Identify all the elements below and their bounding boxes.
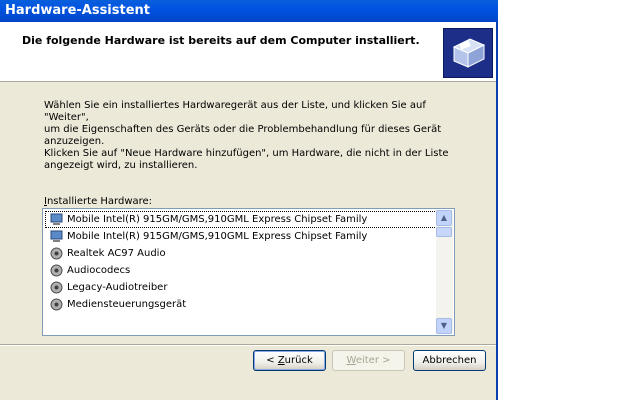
header-title: Die folgende Hardware ist bereits auf de… — [22, 34, 420, 47]
intro-line: Klicken Sie auf "Neue Hardware hinzufüge… — [44, 148, 449, 159]
intro-paragraph: Wählen Sie ein installiertes Hardwareger… — [44, 100, 464, 148]
window-title-bar[interactable]: Hardware-Assistent — [0, 0, 498, 22]
audio-device-icon — [50, 264, 63, 277]
audio-device-icon — [50, 298, 63, 311]
installed-hardware-label: Installierte Hardware: — [44, 196, 153, 207]
scroll-down-button[interactable]: ▼ — [436, 318, 452, 334]
installed-hardware-listbox[interactable]: Mobile Intel(R) 915GM/GMS,910GML Express… — [42, 208, 455, 336]
list-item[interactable]: Mediensteuerungsgerät — [45, 296, 437, 313]
list-item[interactable]: Mobile Intel(R) 915GM/GMS,910GML Express… — [45, 211, 437, 228]
display-adapter-icon — [50, 213, 63, 225]
list-item[interactable]: Mobile Intel(R) 915GM/GMS,910GML Express… — [45, 228, 437, 245]
list-item[interactable]: Realtek AC97 Audio — [45, 245, 437, 262]
hardware-wizard-icon — [443, 28, 493, 78]
audio-device-icon — [50, 281, 63, 294]
button-separator — [0, 344, 496, 346]
scroll-thumb[interactable] — [436, 227, 452, 237]
list-scrollbar[interactable]: ▲ ▼ — [436, 210, 453, 334]
back-button[interactable]: < Zurück — [253, 350, 326, 371]
wizard-dialog: Die folgende Hardware ist bereits auf de… — [0, 22, 498, 400]
list-item[interactable]: Audiocodecs — [45, 262, 437, 279]
wizard-header: Die folgende Hardware ist bereits auf de… — [0, 22, 496, 82]
next-button[interactable]: Weiter > — [332, 350, 405, 371]
intro-line: angezeigt wird, zu installieren. — [44, 160, 198, 171]
intro-line: anzuzeigen. — [44, 136, 105, 147]
intro-line: Wählen Sie ein installiertes Hardwareger… — [44, 100, 426, 123]
intro-line: um die Eigenschaften des Geräts oder die… — [44, 124, 442, 135]
cancel-button[interactable]: Abbrechen — [413, 350, 486, 371]
window-title: Hardware-Assistent — [5, 3, 151, 18]
add-hardware-paragraph: Klicken Sie auf "Neue Hardware hinzufüge… — [44, 148, 464, 172]
scroll-up-button[interactable]: ▲ — [436, 210, 452, 226]
audio-device-icon — [50, 247, 63, 260]
list-item[interactable]: Legacy-Audiotreiber — [45, 279, 437, 296]
display-adapter-icon — [50, 230, 63, 242]
